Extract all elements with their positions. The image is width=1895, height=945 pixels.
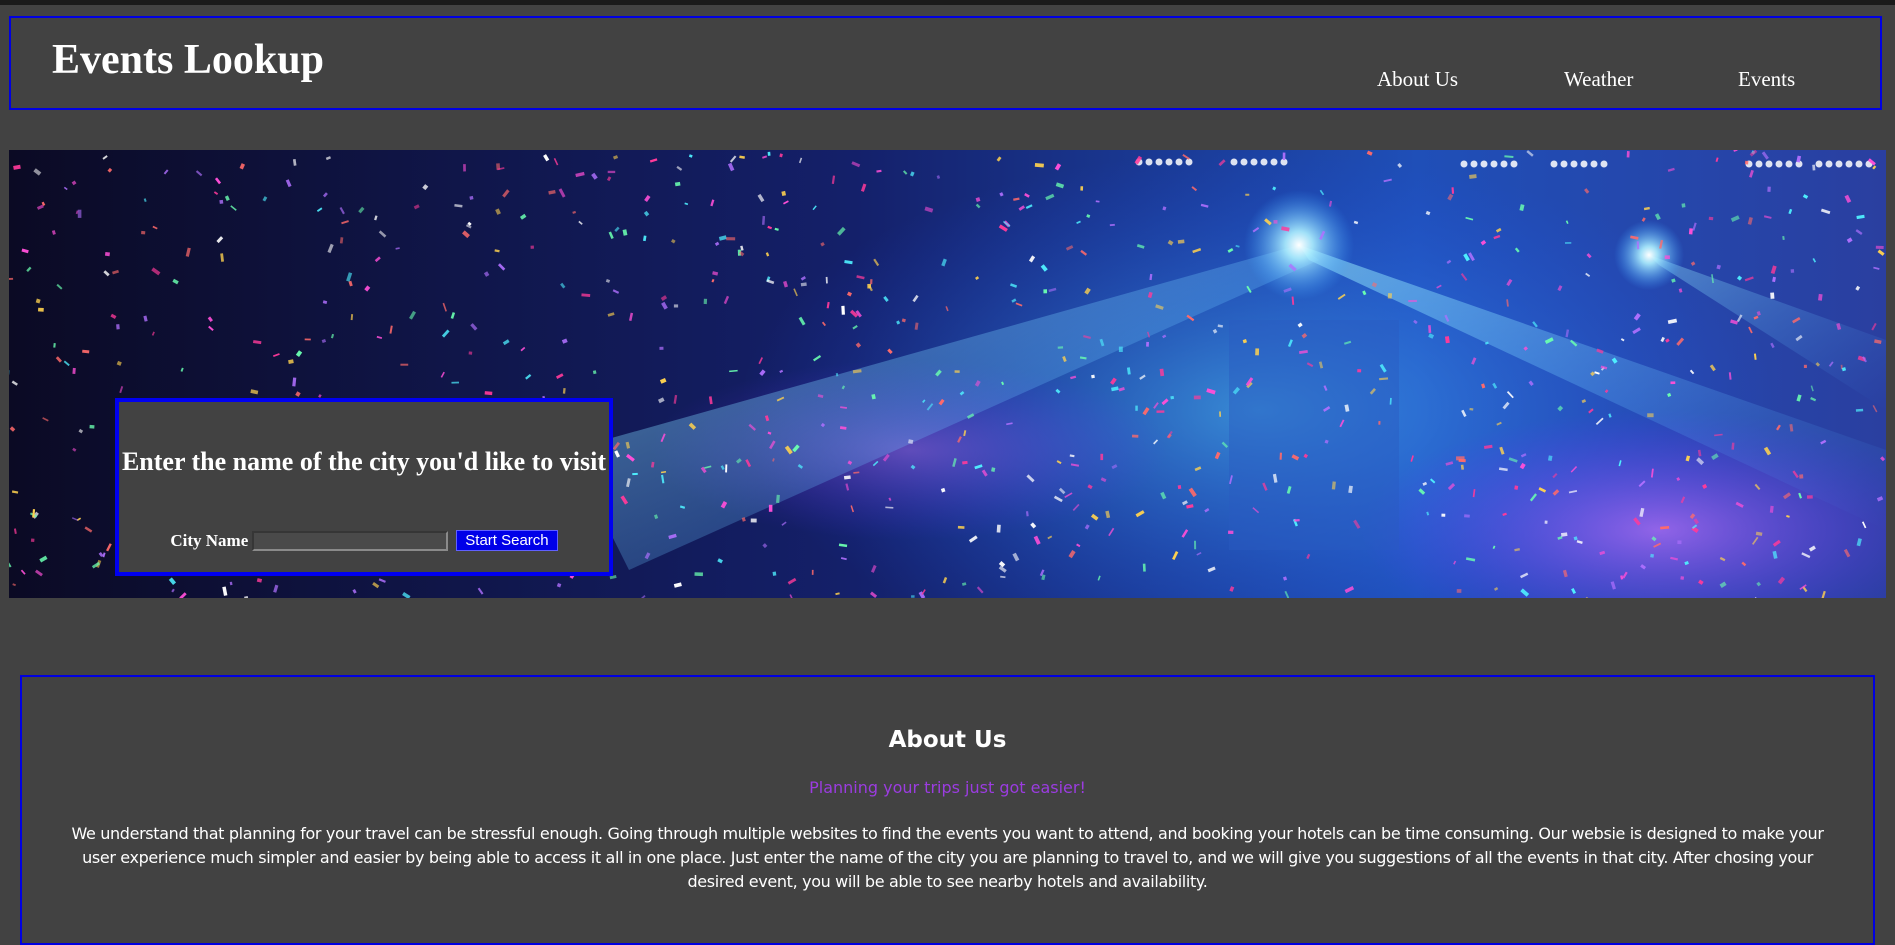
start-search-button[interactable]: Start Search bbox=[456, 530, 558, 551]
site-header: Events Lookup About Us Weather Events bbox=[9, 16, 1882, 110]
about-us-tagline: Planning your trips just got easier! bbox=[809, 778, 1086, 797]
nav-link-weather[interactable]: Weather bbox=[1564, 69, 1633, 90]
main-nav: About Us Weather Events bbox=[11, 69, 1880, 99]
city-name-input[interactable] bbox=[252, 530, 449, 551]
nav-link-events[interactable]: Events bbox=[1738, 69, 1795, 90]
city-search-box: Enter the name of the city you'd like to… bbox=[115, 398, 613, 576]
about-us-section: About Us Planning your trips just got ea… bbox=[20, 675, 1875, 945]
hero-banner: Enter the name of the city you'd like to… bbox=[9, 150, 1886, 598]
city-name-label: City Name bbox=[170, 530, 249, 550]
browser-top-strip bbox=[0, 0, 1895, 5]
search-heading: Enter the name of the city you'd like to… bbox=[121, 447, 607, 476]
about-us-description: We understand that planning for your tra… bbox=[71, 824, 1824, 891]
nav-link-about-us[interactable]: About Us bbox=[1377, 69, 1458, 90]
search-form-row: City Name Start Search bbox=[119, 530, 609, 551]
about-us-title: About Us bbox=[888, 727, 1007, 753]
